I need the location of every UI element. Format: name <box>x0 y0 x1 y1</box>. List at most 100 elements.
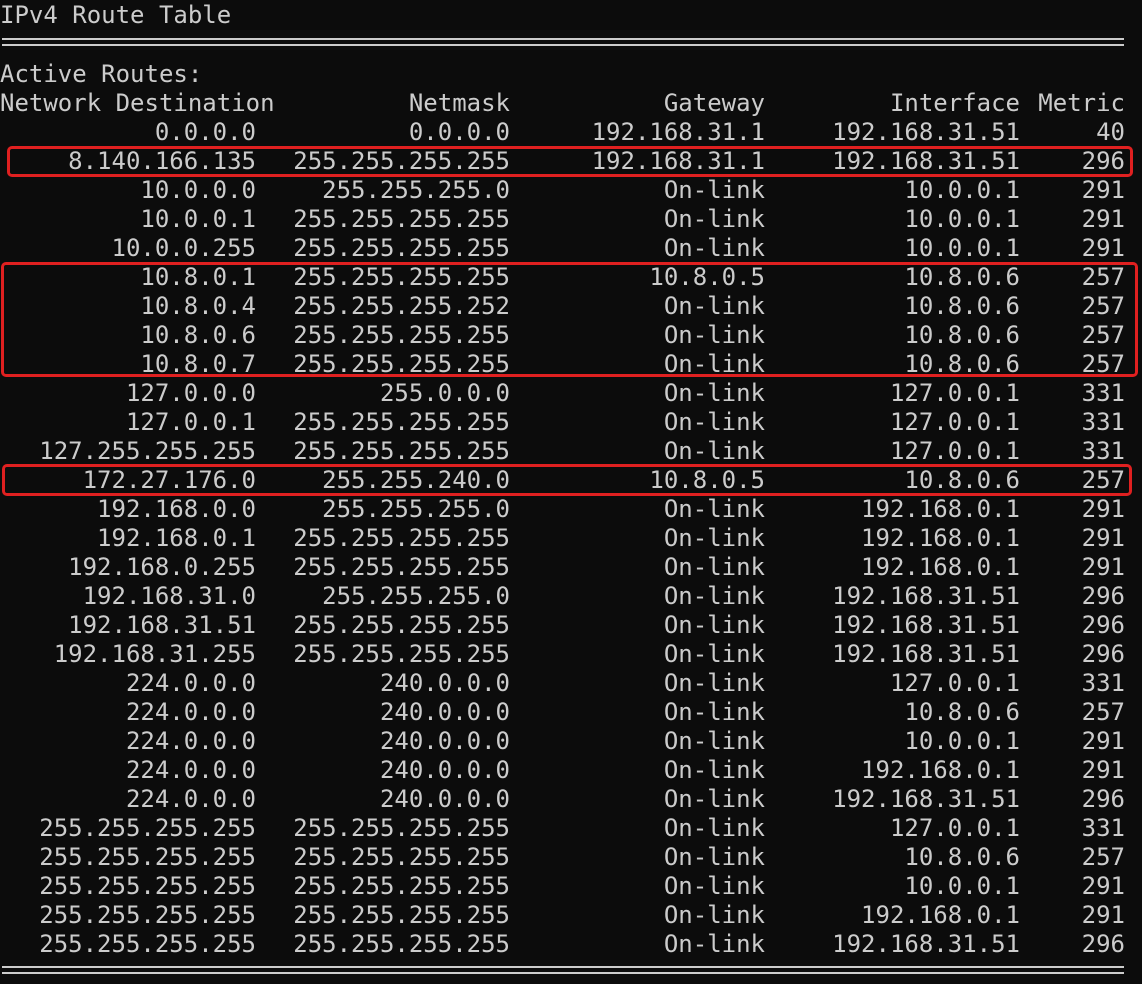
route-destination: 10.8.0.1 <box>140 263 256 291</box>
table-row: 224.0.0.0 240.0.0.0 On-link 10.8.0.6 257 <box>0 698 1142 727</box>
route-destination: 10.8.0.4 <box>140 292 256 320</box>
route-gateway: On-link <box>663 872 765 900</box>
route-destination: 10.8.0.6 <box>140 321 256 349</box>
table-row: 10.8.0.7 255.255.255.255 On-link 10.8.0.6 25… <box>0 350 1142 379</box>
route-netmask: 255.255.255.0 <box>322 582 510 610</box>
route-interface: 192.168.31.51 <box>832 118 1020 146</box>
table-row: 192.168.31.255 255.255.255.255 On-link 192.… <box>0 640 1142 669</box>
route-metric: 257 <box>1081 350 1125 378</box>
route-interface: 127.0.0.1 <box>889 669 1020 697</box>
route-interface: 192.168.31.51 <box>832 785 1020 813</box>
route-netmask: 255.255.255.255 <box>293 437 510 465</box>
route-gateway: On-link <box>663 611 765 639</box>
route-gateway: On-link <box>663 843 765 871</box>
route-metric: 331 <box>1081 408 1125 436</box>
route-interface: 10.0.0.1 <box>904 872 1020 900</box>
route-netmask: 240.0.0.0 <box>379 727 510 755</box>
route-gateway: On-link <box>663 524 765 552</box>
route-metric: 291 <box>1081 872 1125 900</box>
table-row: 192.168.31.0 255.255.255.0 On-link 192.168.… <box>0 582 1142 611</box>
route-netmask: 255.255.255.252 <box>293 292 510 320</box>
table-row: 192.168.31.51 255.255.255.255 On-link 192.1… <box>0 611 1142 640</box>
route-metric: 296 <box>1081 785 1125 813</box>
route-interface: 10.8.0.6 <box>904 350 1020 378</box>
table-row: 10.8.0.1 255.255.255.255 10.8.0.5 10.8.0.6 2… <box>0 263 1142 292</box>
route-interface: 10.0.0.1 <box>904 727 1020 755</box>
route-destination: 10.0.0.0 <box>140 176 256 204</box>
route-destination: 10.8.0.7 <box>140 350 256 378</box>
route-gateway: On-link <box>663 727 765 755</box>
top-separator <box>2 38 1124 46</box>
route-destination: 224.0.0.0 <box>125 785 256 813</box>
route-destination: 8.140.166.135 <box>68 147 256 175</box>
route-netmask: 255.255.255.255 <box>293 814 510 842</box>
table-row: 10.0.0.1 255.255.255.255 On-link 10.0.0.1 29… <box>0 205 1142 234</box>
route-metric: 40 <box>1096 118 1125 146</box>
route-metric: 331 <box>1081 669 1125 697</box>
route-netmask: 255.255.255.255 <box>293 147 510 175</box>
table-row: 172.27.176.0 255.255.240.0 10.8.0.5 10.8.0.… <box>0 466 1142 495</box>
table-row: 8.140.166.135 255.255.255.255 192.168.31.1… <box>0 147 1142 176</box>
route-netmask: 240.0.0.0 <box>379 698 510 726</box>
route-gateway: On-link <box>663 292 765 320</box>
table-row: 127.0.0.1 255.255.255.255 On-link 127.0.0.1… <box>0 408 1142 437</box>
route-interface: 127.0.0.1 <box>889 408 1020 436</box>
route-metric: 291 <box>1081 524 1125 552</box>
route-gateway: 10.8.0.5 <box>649 466 765 494</box>
table-row: 224.0.0.0 240.0.0.0 On-link 10.0.0.1 291 <box>0 727 1142 756</box>
route-metric: 257 <box>1081 321 1125 349</box>
route-metric: 257 <box>1081 263 1125 291</box>
route-destination: 10.0.0.1 <box>140 205 256 233</box>
route-interface: 10.8.0.6 <box>904 466 1020 494</box>
route-destination: 192.168.31.51 <box>68 611 256 639</box>
route-netmask: 255.255.255.255 <box>293 234 510 262</box>
route-interface: 192.168.31.51 <box>832 611 1020 639</box>
route-netmask: 255.255.255.255 <box>293 321 510 349</box>
route-interface: 10.8.0.6 <box>904 263 1020 291</box>
route-gateway: On-link <box>663 901 765 929</box>
route-table-title: IPv4 Route Table <box>0 1 232 29</box>
header-netmask: Netmask <box>408 89 510 117</box>
route-netmask: 240.0.0.0 <box>379 669 510 697</box>
route-netmask: 255.255.255.0 <box>322 495 510 523</box>
route-interface: 192.168.31.51 <box>832 640 1020 668</box>
header-interface: Interface <box>889 89 1020 117</box>
route-interface: 10.0.0.1 <box>904 234 1020 262</box>
table-row: 255.255.255.255 255.255.255.255 On-link 127… <box>0 814 1142 843</box>
route-gateway: On-link <box>663 756 765 784</box>
route-netmask: 255.255.240.0 <box>322 466 510 494</box>
route-metric: 331 <box>1081 437 1125 465</box>
table-row: 224.0.0.0 240.0.0.0 On-link 127.0.0.1 331 <box>0 669 1142 698</box>
route-netmask: 240.0.0.0 <box>379 785 510 813</box>
route-interface: 127.0.0.1 <box>889 379 1020 407</box>
route-gateway: On-link <box>663 930 765 958</box>
route-gateway: On-link <box>663 321 765 349</box>
table-row: 255.255.255.255 255.255.255.255 On-link 192… <box>0 930 1142 959</box>
route-netmask: 255.255.255.255 <box>293 930 510 958</box>
route-destination: 127.255.255.255 <box>39 437 256 465</box>
route-destination: 0.0.0.0 <box>154 118 256 146</box>
table-row: 127.255.255.255 255.255.255.255 On-link 127… <box>0 437 1142 466</box>
table-row: 127.0.0.0 255.0.0.0 On-link 127.0.0.1 331 <box>0 379 1142 408</box>
route-destination: 127.0.0.0 <box>125 379 256 407</box>
route-gateway: 10.8.0.5 <box>649 263 765 291</box>
route-destination: 255.255.255.255 <box>39 872 256 900</box>
route-metric: 291 <box>1081 727 1125 755</box>
route-gateway: 192.168.31.1 <box>591 118 765 146</box>
route-metric: 331 <box>1081 814 1125 842</box>
route-metric: 291 <box>1081 901 1125 929</box>
table-row: 255.255.255.255 255.255.255.255 On-link 192… <box>0 901 1142 930</box>
route-metric: 291 <box>1081 553 1125 581</box>
table-row: 224.0.0.0 240.0.0.0 On-link 192.168.31.51 29… <box>0 785 1142 814</box>
route-gateway: On-link <box>663 176 765 204</box>
active-routes-label: Active Routes: <box>0 60 203 88</box>
route-gateway: On-link <box>663 669 765 697</box>
route-gateway: On-link <box>663 350 765 378</box>
route-gateway: On-link <box>663 640 765 668</box>
bottom-separator <box>2 966 1124 974</box>
route-metric: 257 <box>1081 292 1125 320</box>
table-row: 224.0.0.0 240.0.0.0 On-link 192.168.0.1 291 <box>0 756 1142 785</box>
route-destination: 192.168.31.255 <box>53 640 256 668</box>
route-destination: 255.255.255.255 <box>39 814 256 842</box>
route-destination: 192.168.0.1 <box>97 524 256 552</box>
